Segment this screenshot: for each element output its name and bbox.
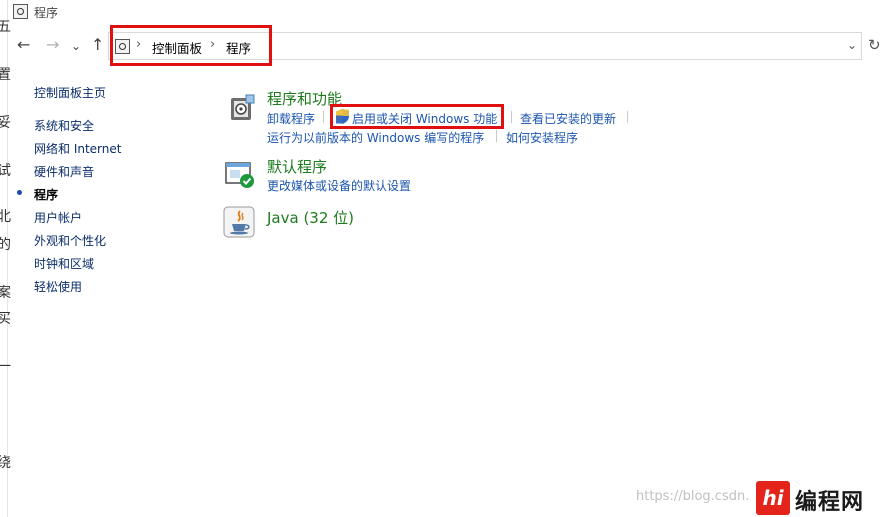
edge-char: 的 <box>0 237 11 253</box>
sidebar-home-link[interactable]: 控制面板主页 <box>34 84 106 101</box>
link-divider <box>627 111 628 123</box>
control-panel-icon <box>13 4 28 19</box>
installed-updates-link[interactable]: 查看已安装的更新 <box>520 110 616 127</box>
refresh-icon[interactable]: ↻ <box>868 36 881 54</box>
watermark-url: https://blog.csdn. <box>636 489 750 504</box>
edge-char: 北 <box>0 209 11 225</box>
edge-char: 买 <box>0 311 11 327</box>
window-title: 程序 <box>34 6 59 20</box>
edge-char: 置 <box>0 67 11 83</box>
watermark-text: 编程网 <box>795 490 865 515</box>
change-defaults-link[interactable]: 更改媒体或设备的默认设置 <box>267 177 411 194</box>
edge-char: 案 <box>0 285 11 301</box>
sidebar-item-appearance[interactable]: 外观和个性化 <box>34 232 106 249</box>
windows-features-highlight-box <box>330 104 504 129</box>
title-bar: 程序 <box>8 0 887 24</box>
sidebar-item-clock-region[interactable]: 时钟和区域 <box>34 255 94 272</box>
breadcrumb-highlight-box <box>110 25 272 66</box>
back-arrow-icon[interactable]: ← <box>17 36 30 54</box>
sidebar-item-programs[interactable]: 程序 <box>34 186 58 203</box>
background-window-edge: 五 置 妥 试 北 的 案 买 一 绕 <box>0 0 11 517</box>
recent-locations-chevron-icon[interactable]: ⌄ <box>71 37 81 55</box>
edge-char: 一 <box>0 359 11 375</box>
programs-features-icon[interactable] <box>226 92 258 124</box>
edge-char: 试 <box>0 163 11 179</box>
up-arrow-icon[interactable]: ↑ <box>91 36 104 54</box>
forward-arrow-icon[interactable]: → <box>46 36 59 54</box>
uninstall-program-link[interactable]: 卸载程序 <box>267 110 315 127</box>
sidebar-item-network[interactable]: 网络和 Internet <box>34 140 121 157</box>
sidebar-item-ease-of-access[interactable]: 轻松使用 <box>34 278 82 295</box>
edge-char: 绕 <box>0 455 11 471</box>
current-item-bullet-icon <box>17 190 22 195</box>
link-divider <box>511 111 512 123</box>
java-heading[interactable]: Java (32 位) <box>267 207 354 228</box>
how-to-install-link[interactable]: 如何安装程序 <box>506 129 578 146</box>
sidebar-item-hardware-sound[interactable]: 硬件和声音 <box>34 163 94 180</box>
default-programs-icon[interactable] <box>224 158 256 190</box>
watermark-logo: hi <box>756 481 790 515</box>
sidebar-item-user-accounts[interactable]: 用户帐户 <box>34 209 82 226</box>
edge-char: 妥 <box>0 115 11 131</box>
default-programs-heading[interactable]: 默认程序 <box>267 156 327 177</box>
compatibility-link[interactable]: 运行为以前版本的 Windows 编写的程序 <box>267 129 484 146</box>
link-divider <box>496 130 497 142</box>
link-divider <box>323 111 324 123</box>
sidebar-item-system-security[interactable]: 系统和安全 <box>34 117 94 134</box>
java-cup-icon[interactable] <box>223 206 255 238</box>
address-dropdown-chevron-icon[interactable]: ⌄ <box>847 38 857 52</box>
